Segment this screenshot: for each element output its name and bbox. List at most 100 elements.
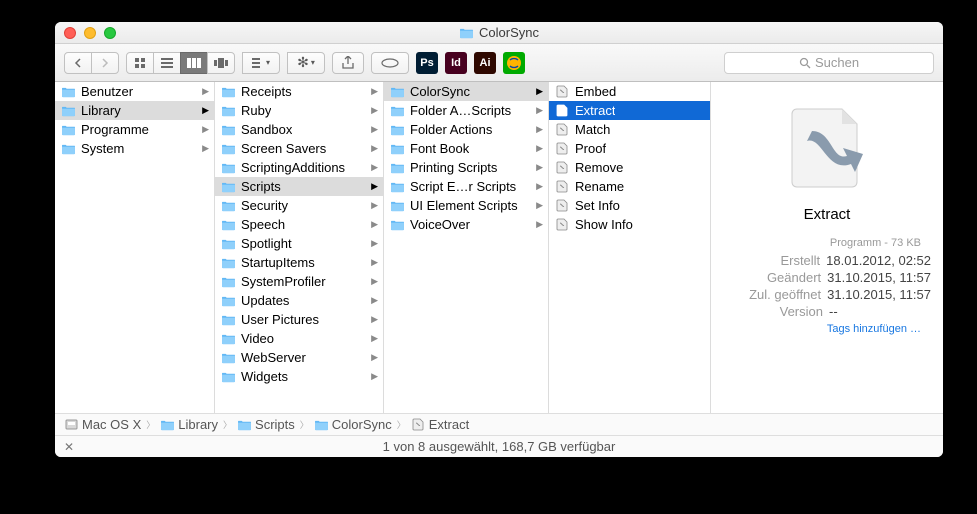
view-coverflow-button[interactable] [207,52,235,74]
chevron-right-icon: ▶ [371,143,378,154]
list-item[interactable]: Receipts ▶ [215,82,383,101]
path-segment[interactable]: Library [160,417,218,432]
meta-row: Version-- [723,303,931,320]
list-item-label: Printing Scripts [410,160,497,175]
app-shortcut-ps[interactable]: Ps [416,52,438,74]
close-button[interactable] [64,27,76,39]
path-segment[interactable]: Scripts [237,417,295,432]
chevron-right-icon: ▶ [536,86,543,97]
path-segment[interactable]: Mac OS X [64,417,141,432]
list-item[interactable]: Script E…r Scripts▶ [384,177,548,196]
tags-link[interactable]: Tags hinzufügen … [723,323,931,335]
search-input[interactable]: Suchen [724,52,934,74]
list-item[interactable]: Spotlight ▶ [215,234,383,253]
column-2[interactable]: ColorSync▶Folder A…Scripts▶Folder Action… [384,82,549,413]
view-columns-button[interactable] [180,52,208,74]
list-item-label: Spotlight [241,236,292,251]
tags-button[interactable] [371,52,409,74]
path-segment[interactable]: ColorSync [314,417,392,432]
path-segment[interactable]: Extract [411,417,469,432]
chevron-right-icon: ▶ [536,162,543,173]
chevron-right-icon: ▶ [536,181,543,192]
path-sep-icon: 〉 [300,418,309,431]
chevron-right-icon: ▶ [371,200,378,211]
list-item[interactable]: Set Info [549,196,710,215]
chevron-right-icon: ▶ [371,238,378,249]
chevron-right-icon: ▶ [202,124,209,135]
forward-button[interactable] [91,52,119,74]
toolbar: ▾ ✻▾ Ps Id Ai Suchen [55,44,943,82]
list-item[interactable]: Programme▶ [55,120,214,139]
chevron-right-icon: ▶ [536,219,543,230]
preview-column: Extract Programm - 73 KB Erstellt18.01.2… [711,82,943,413]
list-item[interactable]: Embed [549,82,710,101]
list-item-label: Receipts [241,84,292,99]
meta-row: Zul. geöffnet31.10.2015, 11:57 [723,286,931,303]
list-item[interactable]: ScriptingAdditions▶ [215,158,383,177]
list-item[interactable]: Extract [549,101,710,120]
list-item[interactable]: Speech▶ [215,215,383,234]
list-item[interactable]: UI Element Scripts▶ [384,196,548,215]
list-item[interactable]: Printing Scripts ▶ [384,158,548,177]
statusbar-close-icon[interactable]: ✕ [64,440,74,454]
list-item-label: Rename [575,179,624,194]
app-shortcut-wa[interactable] [503,52,525,74]
list-item[interactable]: Scripts▶ [215,177,383,196]
list-item[interactable]: ColorSync▶ [384,82,548,101]
list-item[interactable]: Sandbox▶ [215,120,383,139]
chevron-right-icon: ▶ [536,200,543,211]
search-icon [799,57,811,69]
column-0[interactable]: Benutzer▶Library▶Programme▶System▶ [55,82,215,413]
minimize-button[interactable] [84,27,96,39]
chevron-right-icon: ▶ [371,352,378,363]
zoom-button[interactable] [104,27,116,39]
list-item[interactable]: VoiceOver▶ [384,215,548,234]
chevron-right-icon: ▶ [371,86,378,97]
list-item[interactable]: Show Info [549,215,710,234]
list-item-label: Set Info [575,198,620,213]
column-3[interactable]: EmbedExtractMatch Proof Remove Rename Set In… [549,82,711,413]
column-1[interactable]: Receipts▶Ruby▶Sandbox▶Screen Savers▶Scri… [215,82,384,413]
list-item[interactable]: Video▶ [215,329,383,348]
list-item[interactable]: Updates▶ [215,291,383,310]
list-item-label: Proof [575,141,606,156]
view-list-button[interactable] [153,52,181,74]
pathbar[interactable]: Mac OS X〉Library〉Scripts〉ColorSync〉Extra… [55,413,943,435]
list-item[interactable]: Proof [549,139,710,158]
arrange-dropdown[interactable]: ▾ [242,52,280,74]
list-item[interactable]: Folder A…Scripts▶ [384,101,548,120]
list-item[interactable]: User Pictures▶ [215,310,383,329]
list-item-label: ScriptingAdditions [241,160,345,175]
list-item[interactable]: Library▶ [55,101,214,120]
list-item[interactable]: Widgets▶ [215,367,383,386]
list-item[interactable]: Remove [549,158,710,177]
list-item[interactable]: StartupItems▶ [215,253,383,272]
list-item[interactable]: Ruby▶ [215,101,383,120]
chevron-right-icon: ▶ [371,295,378,306]
action-dropdown[interactable]: ✻▾ [287,52,325,74]
list-item[interactable]: Folder Actions▶ [384,120,548,139]
back-button[interactable] [64,52,92,74]
list-item-label: Ruby [241,103,271,118]
list-item[interactable]: WebServer▶ [215,348,383,367]
preview-icon [772,98,882,198]
share-button[interactable] [332,52,364,74]
chevron-right-icon: ▶ [371,276,378,287]
list-item-label: Screen Savers [241,141,326,156]
list-item[interactable]: SystemProfiler▶ [215,272,383,291]
list-item-label: StartupItems [241,255,315,270]
list-item[interactable]: Security▶ [215,196,383,215]
folder-icon [459,27,474,39]
app-shortcut-ai[interactable]: Ai [474,52,496,74]
list-item[interactable]: Font Book▶ [384,139,548,158]
list-item[interactable]: Screen Savers ▶ [215,139,383,158]
list-item[interactable]: Benutzer▶ [55,82,214,101]
list-item[interactable]: Rename [549,177,710,196]
list-item[interactable]: Match [549,120,710,139]
column-browser: Benutzer▶Library▶Programme▶System▶ Recei… [55,82,943,413]
list-item-label: System [81,141,124,156]
list-item[interactable]: System▶ [55,139,214,158]
app-shortcut-id[interactable]: Id [445,52,467,74]
chevron-right-icon: ▶ [536,105,543,116]
view-icons-button[interactable] [126,52,154,74]
